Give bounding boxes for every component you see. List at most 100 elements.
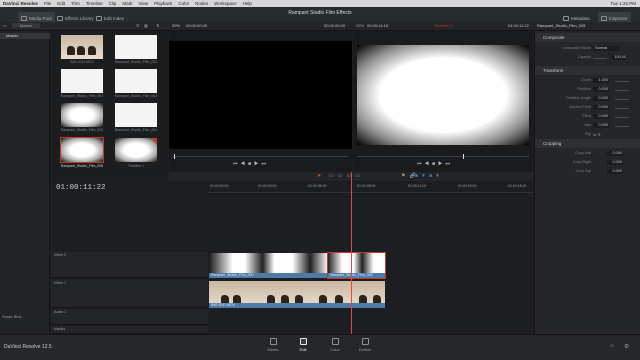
crop-top-field[interactable]: 0.000 xyxy=(607,169,623,174)
clip-thumb-film002[interactable] xyxy=(115,69,157,93)
media-pool: IMG 0011.MOV Rampant_Studio_Film_000 Ram… xyxy=(51,31,168,181)
crop-top-label: Crop Top xyxy=(575,169,591,173)
viewer-zoom[interactable]: 39% xyxy=(172,23,180,28)
yaw-field[interactable]: 0.000 xyxy=(593,123,609,128)
track-name: Video 1 xyxy=(54,281,67,285)
page-edit-button[interactable]: Edit xyxy=(288,338,318,352)
clip-v1-img0011[interactable]: IMG 0011.MOV xyxy=(209,281,385,308)
anchor-field[interactable]: 0.000 xyxy=(593,105,609,110)
effects-library-label: Effects Library xyxy=(65,15,94,21)
media-page-icon xyxy=(269,338,277,345)
ruler-tick: 01:00:18:00 xyxy=(508,184,527,188)
menu-trim[interactable]: Trim xyxy=(71,1,80,6)
bin-toggle-icon[interactable]: ▭ xyxy=(3,23,7,28)
program-transport[interactable]: ⏮◀■▶⏭ xyxy=(417,161,453,167)
clip-thumb-film005[interactable] xyxy=(60,137,104,163)
menu-app-name[interactable]: DaVinci Resolve xyxy=(3,1,38,6)
timeline-name[interactable]: Timeline 1 xyxy=(434,23,452,28)
transform-row: Yaw 0.000 xyxy=(535,123,640,130)
selection-tool-icon[interactable]: ➤ xyxy=(317,173,321,179)
pitch-slider[interactable] xyxy=(615,117,629,118)
rotation-field[interactable]: 0.000 xyxy=(593,96,609,101)
menu-edit[interactable]: Edit xyxy=(57,1,65,6)
inspector-clip-name: Rampant_Studio_Film_005 xyxy=(537,23,586,28)
clip-v2-film005[interactable]: Rampant_Studio_Film_005 xyxy=(327,252,386,279)
ruler-tick: 01:00:15:00 xyxy=(458,184,477,188)
track-header-video1[interactable]: Video 1 xyxy=(51,280,208,308)
record-timecode: 00:00:00:00 xyxy=(324,23,346,28)
menu-view[interactable]: View xyxy=(138,1,148,6)
viewer-zoom-2[interactable]: 39% xyxy=(356,23,364,28)
zoom-field[interactable]: 1.000 xyxy=(593,78,609,83)
anchor-label: Anchor Point xyxy=(569,105,591,109)
page-color-button[interactable]: Color xyxy=(320,338,350,352)
clip-caption: Rampant_Studio_Film_002 xyxy=(114,94,158,98)
sort-icon[interactable]: ⇅ xyxy=(156,23,159,28)
clip-caption: Rampant_Studio_Film_000 xyxy=(114,60,158,64)
program-scrubber-handle[interactable] xyxy=(463,154,464,159)
anchor-slider[interactable] xyxy=(615,108,629,109)
track-header-video2[interactable]: Video 2 xyxy=(51,252,208,278)
clip-thumb-film003[interactable] xyxy=(61,103,103,127)
inspector-panel: Composite Composite Mode Normal Opacity 10… xyxy=(534,31,640,334)
flag-color-icons[interactable]: ■▼■▼ xyxy=(415,173,443,179)
crop-right-field[interactable]: 0.000 xyxy=(607,160,623,165)
bin-master[interactable]: Master xyxy=(0,33,50,39)
yaw-slider[interactable] xyxy=(615,126,629,127)
ruler-tick: 01:00:12:00 xyxy=(408,184,427,188)
menu-workspace[interactable]: Workspace xyxy=(214,1,236,6)
source-viewer[interactable]: ⏮◀■▶⏭ xyxy=(169,31,352,181)
clip-label: Rampant_Studio_Film_005 xyxy=(328,273,385,278)
ruler-tick: 01:00:09:00 xyxy=(357,184,376,188)
timeline-thumb[interactable] xyxy=(115,138,157,162)
menu-mark[interactable]: Mark xyxy=(122,1,132,6)
position-slider[interactable] xyxy=(615,90,629,91)
list-view-icon[interactable]: ☰ xyxy=(136,23,140,28)
timeline-viewer[interactable]: ⏮◀■▶⏭ xyxy=(353,31,533,181)
menu-file[interactable]: File xyxy=(44,1,51,6)
opacity-slider[interactable] xyxy=(593,58,607,59)
flip-icons[interactable]: ⇆ ⇅ xyxy=(593,132,601,137)
clip-thumb-film000[interactable] xyxy=(115,35,157,59)
settings-icon[interactable]: ⚙ xyxy=(624,343,629,350)
rotation-slider[interactable] xyxy=(615,99,629,100)
menu-help[interactable]: Help xyxy=(243,1,252,6)
edit-tools-icons[interactable]: ▭▭▭▭ xyxy=(329,173,364,179)
media-pool-icon xyxy=(21,15,27,21)
timeline-timecode: 01:00:11:22 xyxy=(56,184,106,192)
position-label: Position xyxy=(577,87,591,91)
program-scrubber[interactable] xyxy=(357,156,529,157)
thumb-view-icon[interactable]: ▦ xyxy=(144,23,148,28)
position-field[interactable]: 0.000 xyxy=(593,87,609,92)
clip-v2-film000[interactable]: Rampant_Studio_Film_000 xyxy=(209,253,328,278)
menu-clip[interactable]: Clip xyxy=(109,1,117,6)
clip-thumb-img0011[interactable] xyxy=(61,35,103,59)
bin-list: Master Smart Bins xyxy=(0,31,50,334)
zoom-link-icon[interactable] xyxy=(615,81,629,82)
track-header-master[interactable]: Master xyxy=(51,326,208,334)
menu-playback[interactable]: Playback xyxy=(154,1,172,6)
transform-header[interactable]: Transform xyxy=(535,66,640,75)
source-transport[interactable]: ⏮◀■▶⏭ xyxy=(233,161,269,167)
source-scrubber-handle[interactable] xyxy=(174,154,175,159)
pitch-field[interactable]: 0.000 xyxy=(593,114,609,119)
menu-timeline[interactable]: Timeline xyxy=(86,1,103,6)
source-scrubber[interactable] xyxy=(173,156,348,157)
composite-mode-select[interactable]: Normal xyxy=(593,46,619,51)
page-deliver-button[interactable]: Deliver xyxy=(350,338,380,352)
menu-color[interactable]: Color xyxy=(178,1,189,6)
crop-left-field[interactable]: 0.000 xyxy=(607,151,623,156)
timeline-ruler[interactable]: 01:00:00:00 01:00:03:00 01:00:06:00 01:0… xyxy=(208,181,534,193)
menu-nodes[interactable]: Nodes xyxy=(195,1,208,6)
clip-thumb-film001[interactable] xyxy=(61,69,103,93)
edit-page-icon xyxy=(299,338,307,345)
composite-header[interactable]: Composite xyxy=(535,33,640,42)
track-header-audio1[interactable]: Audio 1 xyxy=(51,309,208,325)
page-media-button[interactable]: Media xyxy=(258,338,288,352)
bin-selector[interactable]: Master xyxy=(12,23,41,28)
opacity-field[interactable]: 100.00 xyxy=(611,55,627,60)
cropping-header[interactable]: Cropping xyxy=(535,139,640,148)
playhead[interactable] xyxy=(351,172,352,334)
clip-thumb-film004[interactable] xyxy=(115,103,157,127)
home-icon[interactable]: ⌂ xyxy=(610,343,614,349)
